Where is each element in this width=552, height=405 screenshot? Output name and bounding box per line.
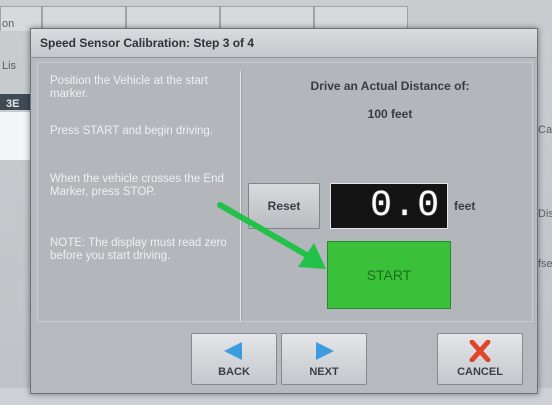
start-button[interactable]: START — [327, 241, 451, 309]
back-button[interactable]: BACK — [191, 333, 277, 385]
background-edge-text: Dist — [538, 208, 552, 220]
cancel-button[interactable]: CANCEL — [437, 333, 523, 385]
triangle-left-icon — [224, 342, 242, 360]
background-edge-text: on — [2, 18, 15, 30]
next-button[interactable]: NEXT — [281, 333, 367, 385]
dialog-titlebar: Speed Sensor Calibration: Step 3 of 4 — [31, 29, 537, 58]
instruction-text: Position the Vehicle at the start marker… — [50, 75, 208, 100]
background-edge-text: Lis — [2, 60, 17, 72]
triangle-right-icon — [316, 342, 334, 360]
x-icon — [469, 340, 491, 362]
cancel-button-label: CANCEL — [457, 366, 503, 378]
background-panel — [0, 112, 32, 160]
background-edge-text: fse — [538, 258, 552, 270]
content-divider — [240, 71, 241, 321]
background-header-bar: 3E — [0, 94, 34, 110]
distance-heading: Drive an Actual Distance of: — [310, 79, 470, 93]
distance-unit: feet — [454, 199, 476, 213]
calibration-dialog: Speed Sensor Calibration: Step 3 of 4 Po… — [30, 28, 538, 394]
target-distance: 100 feet — [367, 107, 413, 121]
instruction-text: When the vehicle crosses the End Marker,… — [50, 173, 224, 198]
next-button-label: NEXT — [309, 366, 339, 378]
button-bar: BACK NEXT CANCEL — [31, 325, 537, 393]
instruction-text: Press START and begin driving. — [50, 125, 213, 137]
distance-display-value: 0.0 — [370, 185, 441, 226]
back-button-label: BACK — [218, 366, 250, 378]
background-edge-text: 3E — [6, 98, 20, 110]
instruction-note: NOTE: The display must read zero before … — [50, 237, 227, 262]
green-arrow-icon — [217, 202, 326, 269]
dialog-content: Position the Vehicle at the start marker… — [37, 62, 533, 322]
screen: on Lis 3E Ca Dist fse Speed Sensor Calib… — [0, 0, 552, 405]
background-edge-text: Ca — [538, 124, 552, 136]
distance-display: 0.0 — [330, 183, 448, 229]
dialog-title: Speed Sensor Calibration: Step 3 of 4 — [40, 36, 255, 50]
